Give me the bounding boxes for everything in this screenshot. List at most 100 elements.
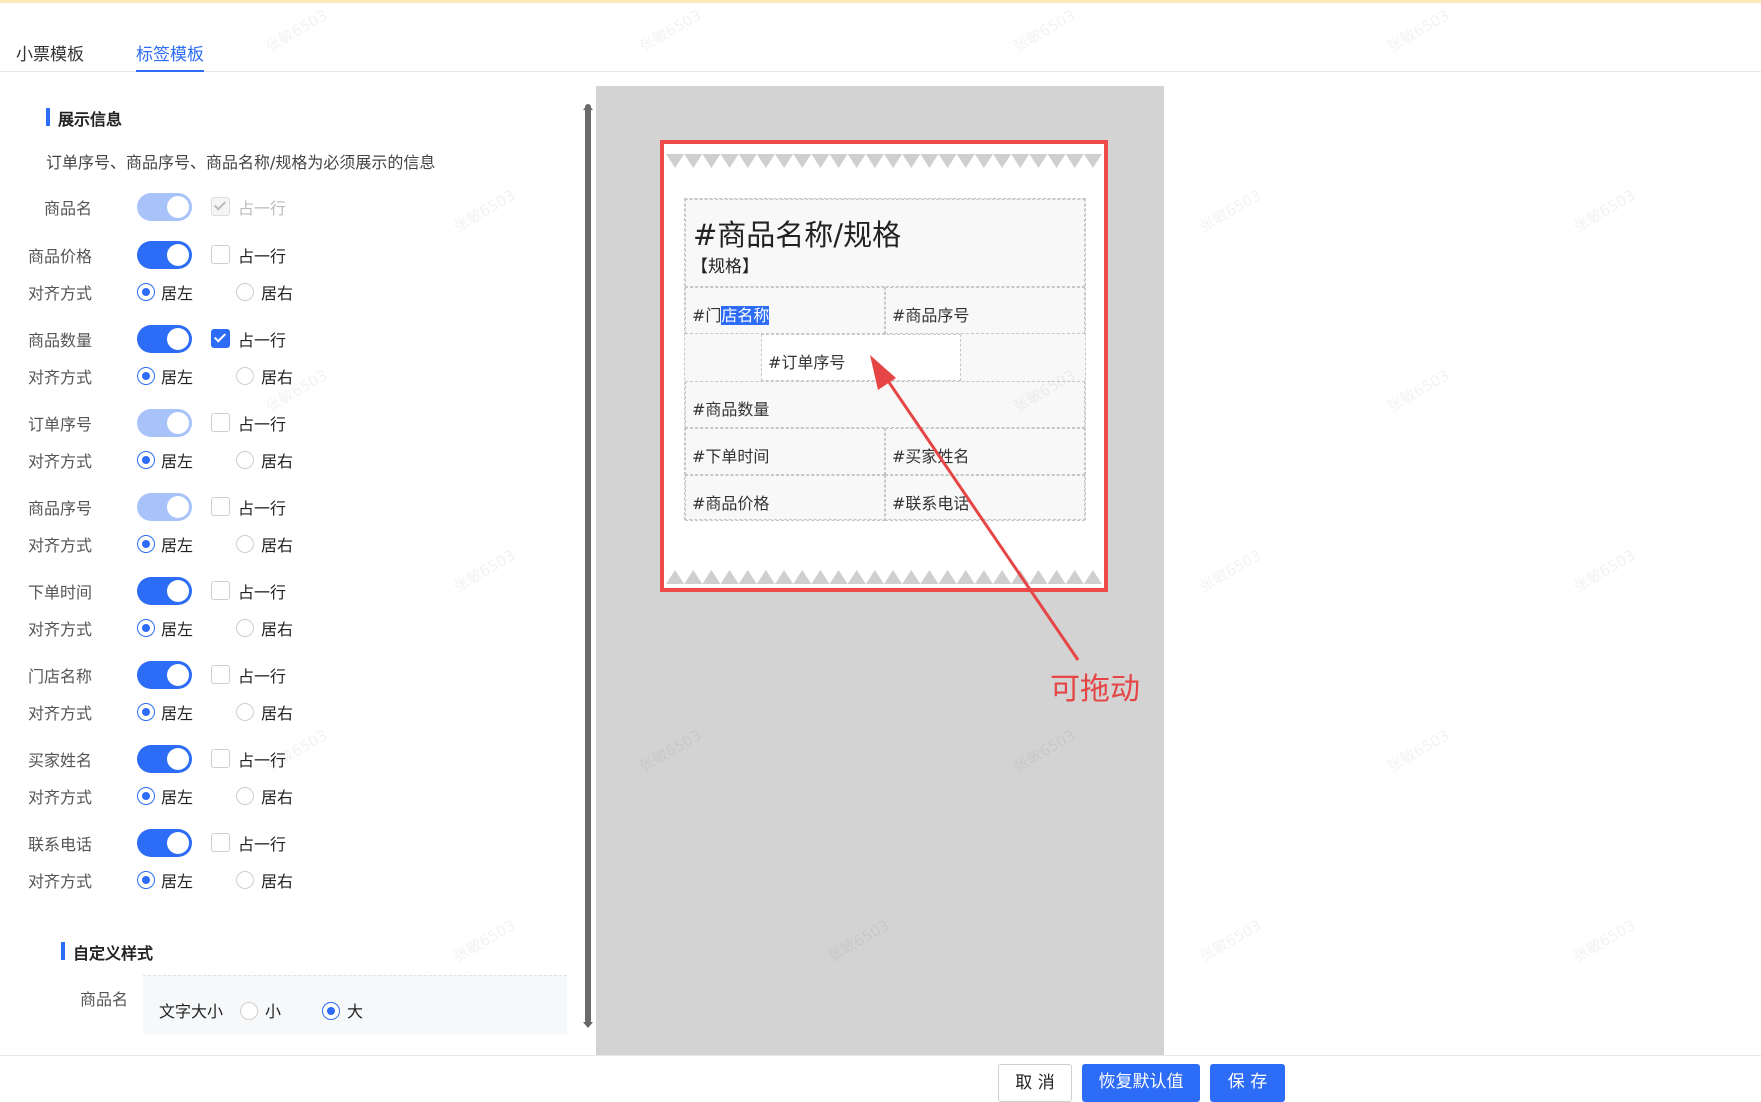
field-visibility-toggle[interactable]	[137, 409, 192, 437]
full-row-checkbox[interactable]	[211, 749, 230, 768]
align-right-radio[interactable]	[236, 787, 254, 805]
label-layout-grid: #商品名称/规格 【规格】 #门店名称 #商品序号 #订单序号 #商品数量 #下…	[684, 198, 1086, 521]
align-left-label: 居左	[161, 872, 194, 891]
watermark-text: 张敏6503	[1570, 916, 1639, 966]
save-button[interactable]: 保 存	[1210, 1064, 1285, 1102]
full-row-label: 占一行	[238, 751, 287, 770]
align-left-label: 居左	[161, 284, 194, 303]
font-size-small-radio[interactable]	[240, 1002, 258, 1020]
custom-style-item-label: 商品名	[80, 990, 129, 1009]
align-left-label: 居左	[161, 368, 194, 387]
field-visibility-toggle[interactable]	[137, 829, 192, 857]
watermark-text: 张敏6503	[450, 916, 519, 966]
full-row-label: 占一行	[238, 835, 287, 854]
align-left-radio[interactable]	[137, 367, 155, 385]
field-visibility-toggle[interactable]	[137, 193, 192, 221]
full-row-checkbox[interactable]	[211, 197, 230, 216]
align-right-label: 居右	[261, 788, 294, 807]
align-right-radio[interactable]	[236, 535, 254, 553]
align-left-radio[interactable]	[137, 787, 155, 805]
field-row: 商品价格 占一行	[0, 239, 560, 269]
buyer-name-cell[interactable]: #买家姓名	[885, 428, 1085, 475]
align-right-radio[interactable]	[236, 367, 254, 385]
full-row-checkbox[interactable]	[211, 245, 230, 264]
field-row: 商品序号 占一行	[0, 491, 560, 521]
font-size-large-radio[interactable]	[322, 1002, 340, 1020]
torn-edge-top	[666, 154, 1102, 168]
full-row-label: 占一行	[238, 247, 287, 266]
align-left-radio[interactable]	[137, 283, 155, 301]
field-row: 门店名称 占一行	[0, 659, 560, 689]
align-right-radio[interactable]	[236, 619, 254, 637]
product-no-cell[interactable]: #商品序号	[885, 287, 1085, 334]
full-row-checkbox[interactable]	[211, 833, 230, 852]
field-visibility-toggle[interactable]	[137, 577, 192, 605]
align-left-radio[interactable]	[137, 451, 155, 469]
field-visibility-toggle[interactable]	[137, 493, 192, 521]
order-time-cell[interactable]: #下单时间	[685, 428, 885, 475]
full-row-checkbox[interactable]	[211, 413, 230, 432]
field-label: 门店名称	[27, 667, 92, 686]
watermark-text: 张敏6503	[1384, 366, 1453, 416]
full-row-checkbox[interactable]	[211, 497, 230, 516]
order-no-row: #订单序号	[685, 334, 1085, 381]
full-row-label: 占一行	[238, 331, 287, 350]
align-label: 对齐方式	[27, 452, 92, 471]
align-right-radio[interactable]	[236, 451, 254, 469]
template-tabs: 小票模板 标签模板	[0, 36, 1761, 72]
align-left-label: 居左	[161, 620, 194, 639]
field-label: 下单时间	[27, 583, 92, 602]
align-left-label: 居左	[161, 788, 194, 807]
watermark-text: 张敏6503	[1570, 546, 1639, 596]
field-visibility-toggle[interactable]	[137, 661, 192, 689]
phone-cell[interactable]: #联系电话	[885, 475, 1085, 521]
field-label: 联系电话	[27, 835, 92, 854]
store-name-prefix: #门	[692, 306, 722, 325]
full-row-checkbox[interactable]	[211, 665, 230, 684]
align-row: 对齐方式 居左 居右	[0, 528, 560, 558]
align-right-radio[interactable]	[236, 703, 254, 721]
align-right-label: 居右	[261, 620, 294, 639]
settings-scrollbar[interactable]	[585, 104, 591, 1024]
price-cell[interactable]: #商品价格	[685, 475, 885, 521]
order-no-cell[interactable]: #订单序号	[761, 334, 961, 381]
align-right-radio[interactable]	[236, 871, 254, 889]
store-name-cell[interactable]: #门店名称	[685, 287, 885, 334]
product-title-cell[interactable]: #商品名称/规格 【规格】	[685, 199, 1085, 287]
field-row: 商品数量 占一行	[0, 323, 560, 353]
align-right-label: 居右	[261, 536, 294, 555]
field-visibility-toggle[interactable]	[137, 325, 192, 353]
align-left-radio[interactable]	[137, 871, 155, 889]
align-label: 对齐方式	[27, 536, 92, 555]
field-row: 联系电话 占一行	[0, 827, 560, 857]
field-visibility-toggle[interactable]	[137, 745, 192, 773]
align-right-label: 居右	[261, 704, 294, 723]
align-label: 对齐方式	[27, 704, 92, 723]
align-right-label: 居右	[261, 452, 294, 471]
tab-receipt-template[interactable]: 小票模板	[16, 40, 84, 72]
align-left-radio[interactable]	[137, 535, 155, 553]
full-row-checkbox[interactable]	[211, 581, 230, 600]
tab-label-template[interactable]: 标签模板	[136, 40, 204, 72]
full-row-label: 占一行	[238, 199, 287, 218]
align-left-radio[interactable]	[137, 703, 155, 721]
field-label: 买家姓名	[27, 751, 92, 770]
field-visibility-toggle[interactable]	[137, 241, 192, 269]
restore-default-button[interactable]: 恢复默认值	[1082, 1064, 1200, 1102]
watermark-text: 张敏6503	[1570, 186, 1639, 236]
cancel-button[interactable]: 取 消	[998, 1064, 1072, 1102]
top-notice-bar	[0, 0, 1761, 3]
field-row: 买家姓名 占一行	[0, 743, 560, 773]
scroll-down-arrow[interactable]	[583, 1022, 593, 1028]
quantity-cell[interactable]: #商品数量	[685, 381, 1085, 428]
full-row-label: 占一行	[238, 499, 287, 518]
align-row: 对齐方式 居左 居右	[0, 780, 560, 810]
full-row-checkbox[interactable]	[211, 329, 230, 348]
font-size-label: 文字大小	[159, 1002, 224, 1021]
field-row: 订单序号 占一行	[0, 407, 560, 437]
align-left-radio[interactable]	[137, 619, 155, 637]
align-right-radio[interactable]	[236, 283, 254, 301]
watermark-text: 张敏6503	[1384, 726, 1453, 776]
align-label: 对齐方式	[27, 788, 92, 807]
product-spec-placeholder: 【规格】	[691, 257, 759, 277]
